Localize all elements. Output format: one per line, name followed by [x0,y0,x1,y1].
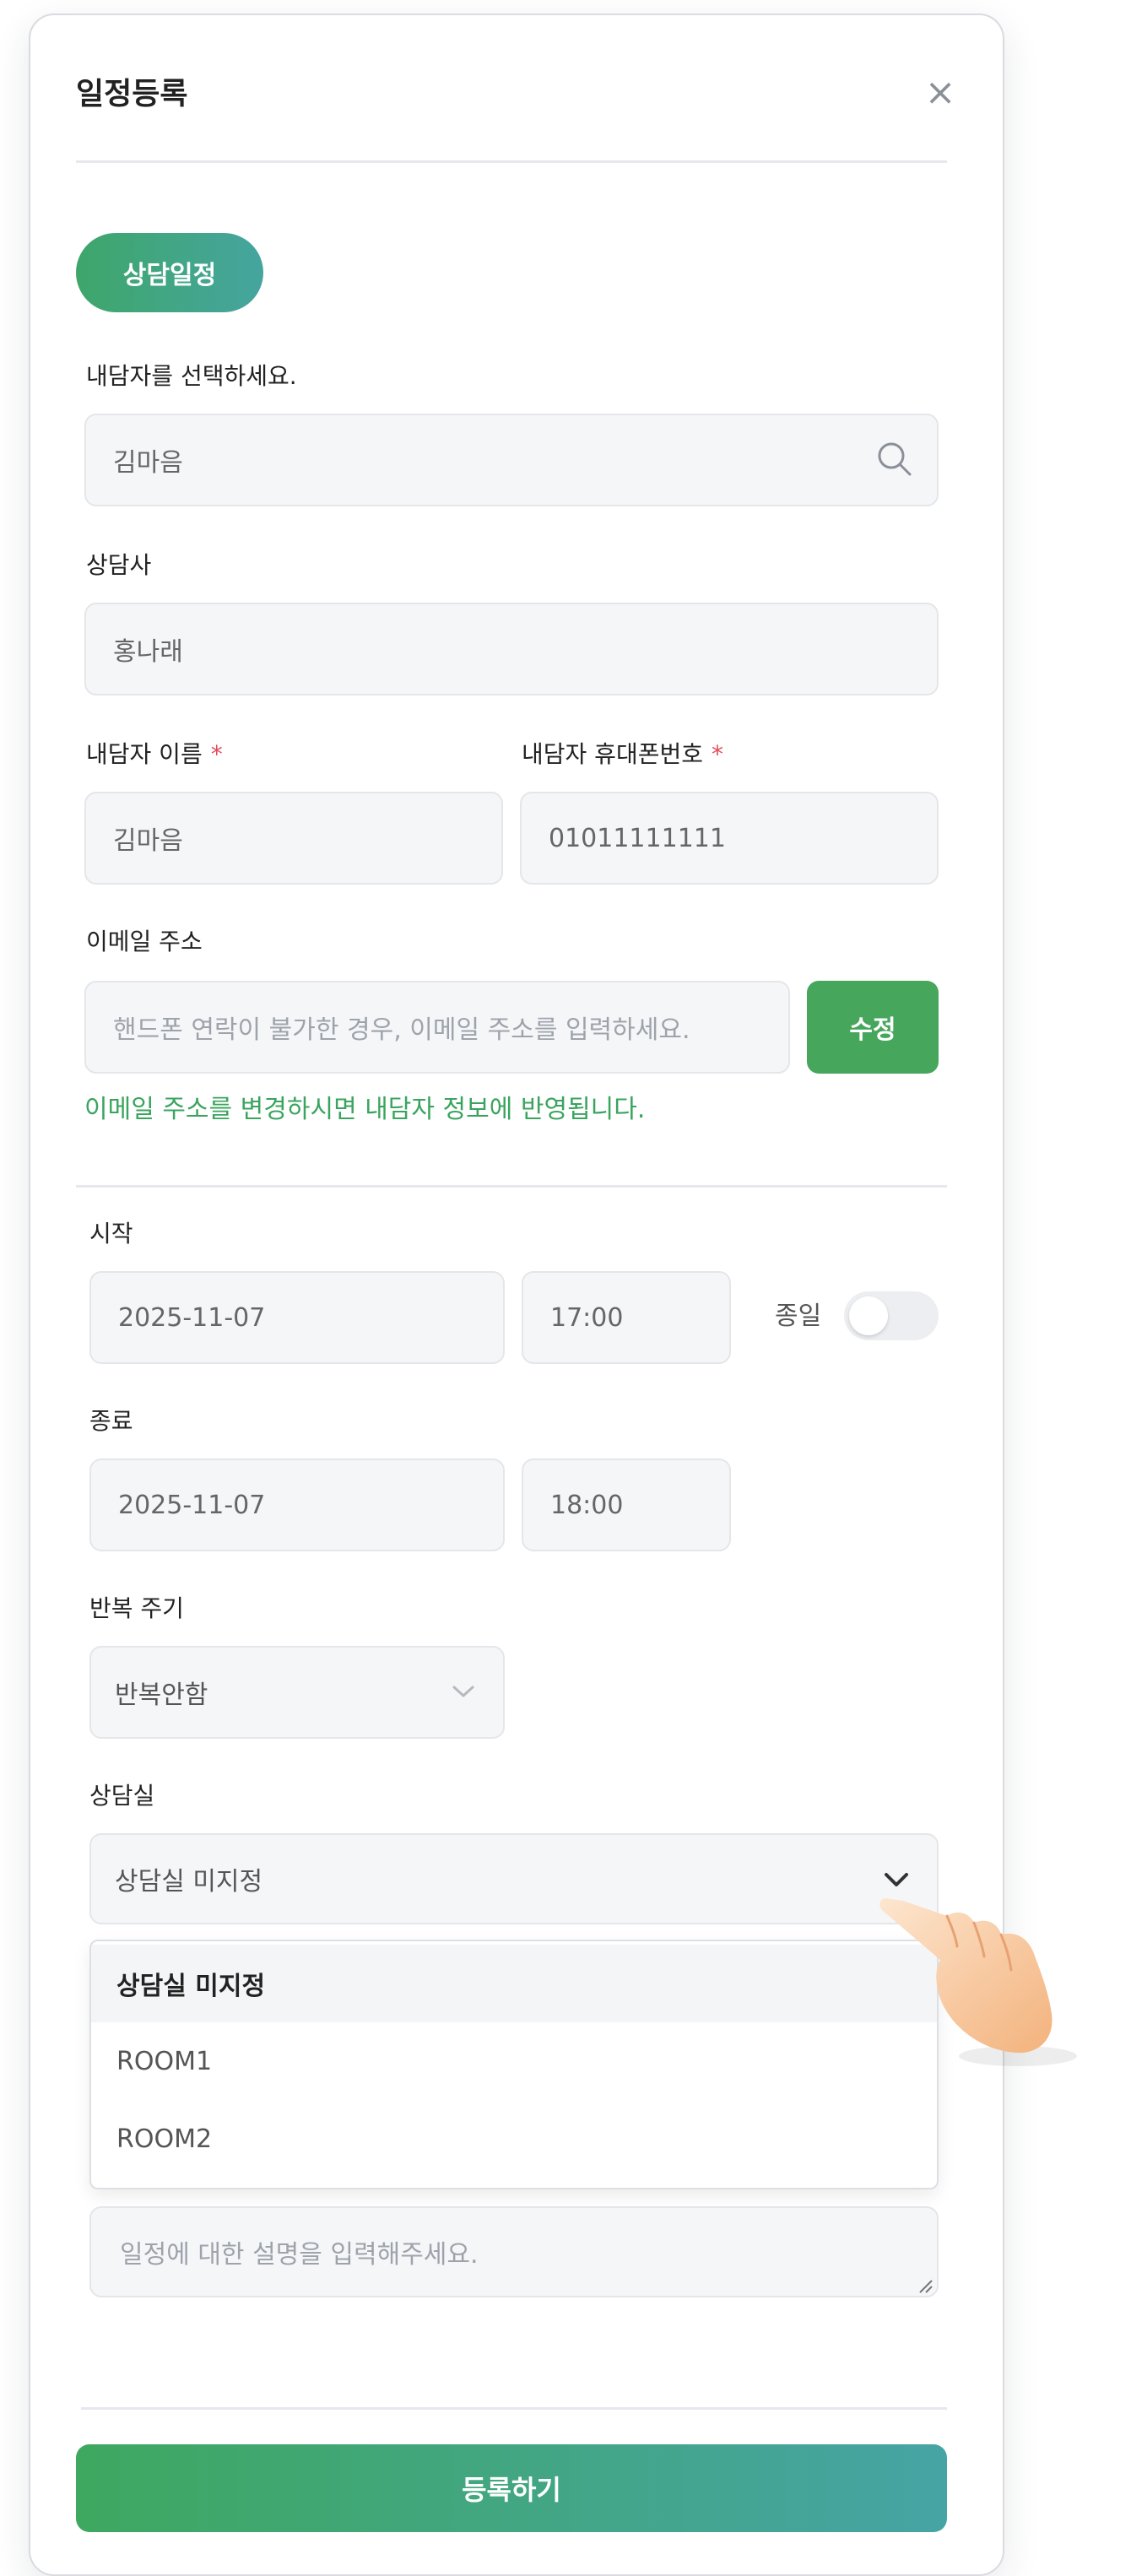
all-day-label: 종일 [775,1302,822,1331]
email-note: 이메일 주소를 변경하시면 내담자 정보에 반영됩니다. [84,1095,646,1124]
all-day-toggle[interactable] [844,1291,939,1340]
end-time-field[interactable]: 18:00 [522,1458,731,1551]
header-divider [76,160,947,163]
client-name-label-text: 내담자 이름 [86,740,203,768]
email-placeholder: 핸드폰 연락이 불가한 경우, 이메일 주소를 입력하세요. [113,1015,690,1045]
required-mark: * [210,740,223,768]
room-select[interactable]: 상담실 미지정 [89,1833,939,1924]
room-label: 상담실 [89,1782,155,1810]
counselor-label: 상담사 [86,551,152,579]
submit-button[interactable]: 등록하기 [76,2444,947,2532]
start-time-field[interactable]: 17:00 [522,1271,731,1364]
chevron-down-icon [452,1686,474,1697]
repeat-value: 반복안함 [115,1680,208,1710]
start-date-field[interactable]: 2025-11-07 [89,1271,505,1364]
hand-pointer-icon [879,1898,1077,2066]
end-time-value: 18:00 [550,1490,624,1520]
client-name-label: 내담자 이름 * [86,739,223,770]
description-placeholder: 일정에 대한 설명을 입력해주세요. [120,2240,479,2270]
end-date-value: 2025-11-07 [118,1490,266,1520]
modal-title: 일정등록 [76,77,188,111]
section-divider [76,1185,947,1188]
counselor-value: 홍나래 [113,637,183,667]
description-textarea[interactable]: 일정에 대한 설명을 입력해주세요. [89,2206,939,2297]
start-label: 시작 [89,1220,133,1247]
client-name-field[interactable]: 김마음 [84,792,503,885]
footer-divider [81,2407,947,2410]
end-label: 종료 [89,1407,133,1435]
repeat-select[interactable]: 반복안함 [89,1646,505,1739]
end-date-field[interactable]: 2025-11-07 [89,1458,505,1551]
toggle-knob [849,1296,888,1335]
email-edit-button[interactable]: 수정 [807,981,939,1074]
client-phone-value: 01011111111 [549,823,726,853]
email-label: 이메일 주소 [86,928,203,955]
room-value: 상담실 미지정 [115,1867,263,1897]
start-date-value: 2025-11-07 [118,1302,266,1333]
client-phone-label: 내담자 휴대폰번호 * [522,739,723,770]
client-phone-label-text: 내담자 휴대폰번호 [522,740,703,768]
schedule-type-pill[interactable]: 상담일정 [76,233,263,312]
email-field[interactable]: 핸드폰 연락이 불가한 경우, 이메일 주소를 입력하세요. [84,981,790,1074]
room-option[interactable]: ROOM2 [91,2100,937,2178]
client-name-value: 김마음 [113,826,183,856]
required-mark: * [711,740,723,768]
room-option[interactable]: 상담실 미지정 [91,1945,937,2022]
resize-handle-icon[interactable] [917,2277,933,2294]
repeat-label: 반복 주기 [89,1594,184,1622]
client-search-field[interactable]: 김마음 [84,414,939,506]
client-phone-field[interactable]: 01011111111 [520,792,939,885]
room-option[interactable]: ROOM1 [91,2022,937,2100]
start-time-value: 17:00 [550,1302,624,1333]
room-dropdown: 상담실 미지정 ROOM1 ROOM2 [89,1940,939,2189]
client-select-label: 내담자를 선택하세요. [86,362,297,390]
counselor-field[interactable]: 홍나래 [84,603,939,695]
client-value: 김마음 [113,448,183,478]
chevron-down-icon[interactable] [883,1870,910,1889]
search-icon[interactable] [874,439,915,479]
close-icon[interactable]: × [922,74,959,111]
